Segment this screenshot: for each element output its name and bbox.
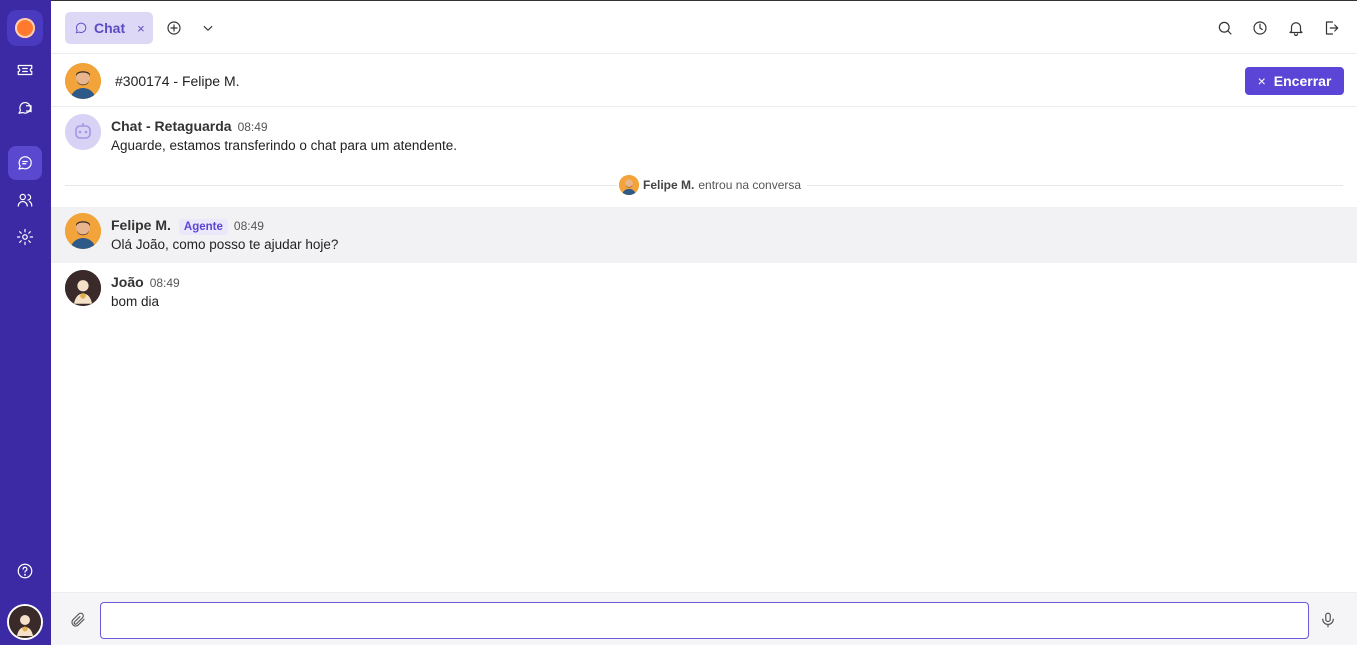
logout-button[interactable] <box>1320 17 1342 39</box>
message-item: Chat - Retaguarda 08:49 Aguarde, estamos … <box>51 108 1357 158</box>
gear-icon <box>16 228 34 246</box>
bell-icon <box>1289 22 1303 37</box>
end-chat-label: Encerrar <box>1273 73 1332 89</box>
robot-icon <box>65 114 101 150</box>
end-chat-button[interactable]: × Encerrar <box>1245 67 1344 95</box>
sidebar <box>0 0 51 645</box>
customer-avatar <box>65 270 101 306</box>
attach-button[interactable] <box>69 611 89 631</box>
join-event: Felipe M. entrou na conversa <box>617 175 808 195</box>
message-item: João 08:49 bom dia <box>51 264 1357 320</box>
contact-avatar[interactable] <box>65 63 101 99</box>
search-icon <box>1218 21 1232 35</box>
event-text: entrou na conversa <box>698 178 802 192</box>
avatar-icon <box>65 63 101 99</box>
message-text: bom dia <box>111 294 160 309</box>
voice-record-button[interactable] <box>1319 611 1339 631</box>
notifications-button[interactable] <box>1285 17 1307 39</box>
avatar-icon <box>65 213 101 249</box>
ticket-icon <box>17 64 33 76</box>
chat-icon <box>18 156 32 170</box>
tab-label: Chat <box>94 20 126 36</box>
user-avatar[interactable] <box>7 604 43 640</box>
sidebar-item-conversations[interactable] <box>8 91 42 125</box>
tab-close-icon[interactable]: × <box>137 21 145 36</box>
sidebar-item-chat[interactable] <box>8 146 42 180</box>
author-name: Felipe M. <box>111 217 171 233</box>
plus-circle-icon <box>167 21 181 35</box>
author-name: Chat - Retaguarda <box>111 118 232 134</box>
help-icon <box>17 563 33 579</box>
sidebar-item-contacts[interactable] <box>8 183 42 217</box>
sidebar-item-settings[interactable] <box>8 220 42 254</box>
avatar-icon <box>619 175 639 195</box>
message-input[interactable] <box>100 602 1309 639</box>
logo-icon <box>15 18 35 38</box>
sidebar-item-help[interactable] <box>8 554 42 588</box>
history-button[interactable] <box>1249 17 1271 39</box>
message-text: Aguarde, estamos transferindo o chat par… <box>111 138 457 153</box>
top-bar: Chat × <box>51 0 1357 54</box>
avatar-icon <box>65 270 101 306</box>
message-text: Olá João, como posso te ajudar hoje? <box>111 237 339 252</box>
message-time: 08:49 <box>149 276 180 290</box>
author-name: João <box>111 274 144 290</box>
close-icon: × <box>1257 73 1266 89</box>
chat-bubbles-icon <box>18 102 32 114</box>
chevron-down-icon <box>203 25 213 31</box>
agent-mini-avatar <box>619 175 639 195</box>
paperclip-icon <box>71 612 85 627</box>
app-logo[interactable] <box>7 10 43 46</box>
logout-icon <box>1325 21 1339 35</box>
agent-avatar <box>65 213 101 249</box>
search-button[interactable] <box>1214 17 1236 39</box>
chat-icon <box>75 22 87 34</box>
tab-chat[interactable]: Chat × <box>65 12 153 44</box>
microphone-icon <box>1322 612 1334 628</box>
users-icon <box>17 193 33 207</box>
conversation-title: #300174 - Felipe M. <box>115 73 240 89</box>
avatar-icon <box>9 606 41 638</box>
agent-badge: Agente <box>178 219 228 235</box>
event-author: Felipe M. <box>643 178 695 192</box>
clock-icon <box>1253 21 1267 35</box>
add-tab-button[interactable] <box>163 17 185 39</box>
message-author: João 08:49 <box>111 274 180 290</box>
message-item: Felipe M. Agente 08:49 Olá João, como poss… <box>51 207 1357 263</box>
chat-header: #300174 - Felipe M. × Encerrar <box>51 54 1357 107</box>
app-root: Chat × #300174 - Felipe M. × Encerrar Ch… <box>0 0 1357 645</box>
message-author: Felipe M. Agente 08:49 <box>111 217 264 235</box>
tabs-dropdown-button[interactable] <box>197 17 219 39</box>
sidebar-item-tickets[interactable] <box>8 53 42 87</box>
bot-avatar <box>65 114 101 150</box>
message-time: 08:49 <box>237 120 268 134</box>
message-composer <box>51 592 1357 645</box>
message-author: Chat - Retaguarda 08:49 <box>111 118 268 134</box>
message-time: 08:49 <box>233 219 264 233</box>
